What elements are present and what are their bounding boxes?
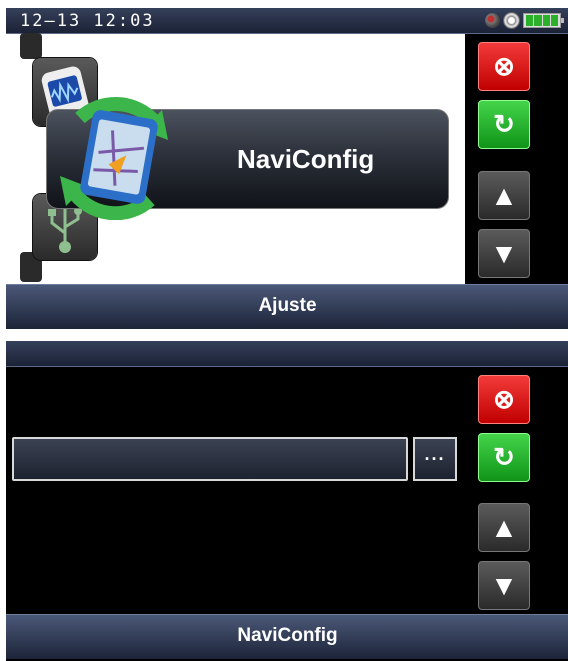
title-bar: NaviConfig (6, 614, 568, 659)
cancel-button[interactable]: ⊗ (478, 42, 530, 91)
title-bar: Ajuste (6, 284, 568, 329)
naviconfig-screen: ··· ⊗ ↻ ▲ ▼ NaviConfig (6, 341, 568, 661)
status-icons (485, 11, 564, 30)
down-button[interactable]: ▼ (478, 229, 530, 278)
gps-icon (485, 13, 500, 28)
battery-icon (523, 13, 564, 28)
refresh-button[interactable]: ↻ (478, 433, 530, 482)
disc-icon (503, 12, 520, 29)
path-input[interactable] (12, 437, 408, 481)
naviconfig-icon (60, 97, 168, 220)
up-button[interactable]: ▲ (478, 171, 530, 220)
browse-button[interactable]: ··· (413, 437, 457, 481)
main-menu-screen: 12–13 12:03 NaviConfig ⊗ ↻ ▲ ▼ Ajuste (6, 8, 568, 332)
naviconfig-label: NaviConfig (237, 144, 375, 174)
refresh-button[interactable]: ↻ (478, 100, 530, 149)
status-bar: 12–13 12:03 (6, 8, 568, 34)
up-button[interactable]: ▲ (478, 503, 530, 552)
down-button[interactable]: ▼ (478, 561, 530, 610)
status-clock: 12–13 12:03 (20, 11, 155, 31)
status-bar (6, 341, 568, 367)
carousel-tab-top (20, 33, 42, 59)
cancel-button[interactable]: ⊗ (478, 375, 530, 424)
